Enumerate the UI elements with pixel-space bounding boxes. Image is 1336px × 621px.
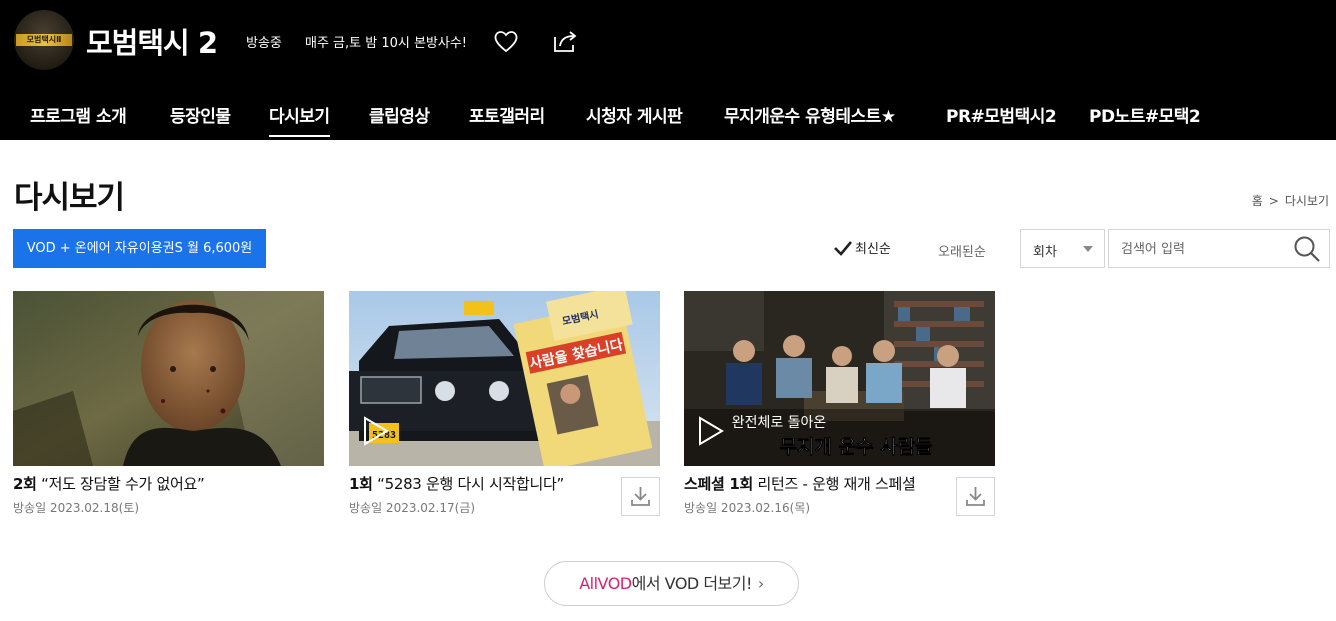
download-icon [631,487,650,506]
nav-item-program-intro[interactable]: 프로그램 소개 [30,102,127,127]
download-icon [966,487,985,506]
search-button[interactable] [1293,235,1321,263]
heart-icon [494,31,518,53]
on-air-status: 방송중 [246,36,282,51]
logo-badge: 모범택시Ⅱ [16,34,72,46]
check-icon [833,240,855,260]
nav-item-viewer-board[interactable]: 시청자 게시판 [586,102,683,127]
download-button[interactable] [621,477,660,516]
show-title[interactable]: 모범택시 2 [86,20,218,62]
episode-subtitle: “5283 운행 다시 시작합니다” [377,475,564,493]
episode-title[interactable]: 스페셜 1회 리턴즈 - 운행 재개 스페셜 [684,473,916,494]
episode-thumbnail[interactable]: 사람을 찾습니다 모범택시 5283 [349,291,660,466]
header: 모범택시Ⅱ 모범택시 2 방송중 매주 금,토 밤 10시 본방사수! 프로그램… [0,0,1336,140]
allvod-brand: AllVOD [579,574,632,593]
episode-filter-value: 회차 [1033,245,1057,260]
thumbnail-image: 사람을 찾습니다 모범택시 5283 [349,291,660,466]
nav-item-pr[interactable]: PR#모범택시2 [946,102,1057,127]
sort-latest-option[interactable]: 최신순 [833,238,891,260]
thumbnail-image [13,291,324,466]
share-icon [554,31,577,52]
nav-item-characters[interactable]: 등장인물 [170,102,231,127]
episode-number: 2회 [13,475,37,493]
episode-number: 스페셜 1회 [684,475,754,493]
episode-date: 방송일 2023.02.17(금) [349,501,476,515]
breadcrumb: 홈 > 다시보기 [1252,192,1329,209]
episode-number: 1회 [349,475,373,493]
nav-item-clips[interactable]: 클립영상 [369,102,430,127]
episode-title[interactable]: 1회 “5283 운행 다시 시작합니다” [349,473,564,494]
episode-thumbnail[interactable]: 완전체로 돌아온 무지개 운수 사람들 [684,291,995,466]
episode-subtitle: “저도 장담할 수가 없어요” [41,475,205,493]
nav-item-pd-note[interactable]: PD노트#모택2 [1089,102,1201,127]
main-nav: 프로그램 소개 등장인물 다시보기 클립영상 포토갤러리 시청자 게시판 무지개… [0,98,1336,140]
breadcrumb-home[interactable]: 홈 [1252,192,1263,209]
page-title: 다시보기 [14,180,125,216]
play-icon [699,416,724,446]
sort-oldest-option[interactable]: 오래된순 [938,241,986,260]
play-icon [364,416,389,446]
breadcrumb-current: 다시보기 [1284,194,1329,208]
breadcrumb-separator: > [1268,194,1279,208]
chevron-down-icon [1083,246,1093,252]
episode-card: 2회 “저도 장담할 수가 없어요” 방송일 2023.02.18(토) [13,291,324,515]
thumbnail-image: 완전체로 돌아온 무지개 운수 사람들 [684,291,995,466]
episode-date: 방송일 2023.02.18(토) [13,501,140,515]
episode-card: 사람을 찾습니다 모범택시 5283 1회 “5283 운행 다시 시작합니다”… [349,291,660,516]
nav-item-replay[interactable]: 다시보기 [269,102,330,137]
search-box [1108,229,1330,268]
special-caption-main: 무지개 운수 사람들 [779,436,932,458]
nav-item-personality-test[interactable]: 무지개운수 유형테스트★ [724,102,896,127]
episode-filter-select[interactable]: 회차 [1020,229,1105,268]
chevron-right-icon: › [757,574,764,593]
episode-thumbnail[interactable] [13,291,324,466]
broadcast-schedule: 매주 금,토 밤 10시 본방사수! [305,36,468,51]
search-input[interactable] [1121,238,1281,260]
download-button[interactable] [956,477,995,516]
nav-item-photo-gallery[interactable]: 포토갤러리 [469,102,545,127]
search-icon [1294,236,1320,262]
share-button[interactable] [551,27,579,55]
episode-subtitle: 리턴즈 - 운행 재개 스페셜 [757,475,916,493]
episode-title[interactable]: 2회 “저도 장담할 수가 없어요” [13,473,205,494]
sort-latest-label: 최신순 [855,242,891,257]
more-label: 에서 VOD 더보기! [631,574,753,593]
episode-date: 방송일 2023.02.16(목) [684,501,811,515]
vod-pass-button[interactable]: VOD + 온에어 자유이용권S 월 6,600원 [13,229,266,268]
favorite-button[interactable] [492,27,520,55]
allvod-more-button[interactable]: AllVOD에서 VOD 더보기! › [544,561,799,606]
program-logo[interactable]: 모범택시Ⅱ [14,10,74,70]
episode-card: 완전체로 돌아온 무지개 운수 사람들 스페셜 1회 리턴즈 - 운행 재개 스… [684,291,995,516]
special-caption-top: 완전체로 돌아온 [732,415,827,431]
